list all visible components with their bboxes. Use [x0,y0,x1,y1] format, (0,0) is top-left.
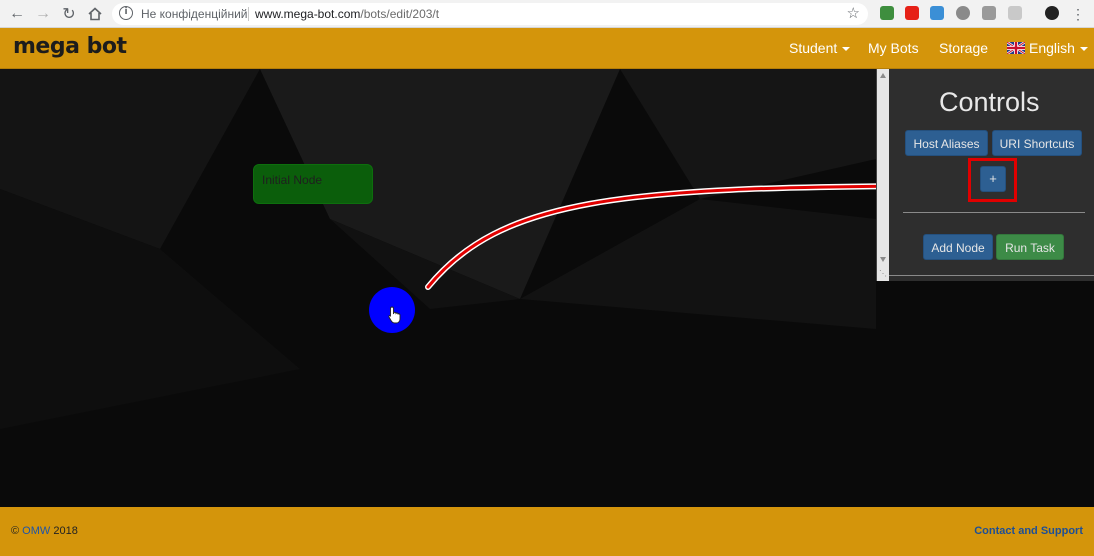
footer-copyright: © OMW 2018 [11,525,78,537]
address-separator [248,7,249,21]
extension-blue-icon[interactable] [930,6,944,20]
nav-language-dropdown[interactable]: English [1007,40,1088,56]
controls-title: Controls [939,87,1040,117]
host-aliases-button[interactable]: Host Aliases [905,130,988,156]
nav-language-label: English [1029,40,1075,56]
info-icon[interactable]: i [119,6,133,20]
footer-company-link[interactable]: OMW [22,525,50,537]
run-task-button[interactable]: Run Task [996,234,1064,260]
reload-icon[interactable]: ↻ [58,3,80,25]
scroll-down-icon[interactable] [880,257,886,262]
star-icon[interactable]: ☆ [847,4,860,22]
uri-shortcuts-button[interactable]: URI Shortcuts [992,130,1082,156]
site-footer: © OMW 2018 Contact and Support [0,507,1094,556]
uk-flag-icon [1007,42,1025,54]
nav-student-dropdown[interactable]: Student [789,40,851,56]
youtube-icon[interactable] [905,6,919,20]
plus-button-highlight [968,158,1017,202]
footer-year: 2018 [53,525,78,537]
panel-bottom-line [889,275,1094,276]
site-logo[interactable]: mega bot [13,34,127,59]
copyright-symbol: © [11,525,20,537]
hand-cursor-icon [388,306,401,324]
panel-scrollbar[interactable]: ⋱ [877,69,889,281]
browser-toolbar: ← → ↻ i Не конфіденційний www.mega-bot.c… [0,0,1094,28]
nav-my-bots[interactable]: My Bots [868,40,919,56]
address-bar[interactable]: i Не конфіденційний www.mega-bot.com/bot… [112,3,868,25]
contact-support-link[interactable]: Contact and Support [974,525,1083,537]
site-navbar: mega bot Student My Bots Storage English [0,28,1094,69]
security-label: Не конфіденційний [141,7,248,21]
extension-pen-icon[interactable] [982,6,996,20]
url-path: /bots/edit/203/t [360,7,440,21]
extension-green-icon[interactable] [880,6,894,20]
menu-dots-icon[interactable]: ⋮ [1067,3,1089,25]
scroll-up-icon[interactable] [880,73,886,78]
caret-down-icon [1079,47,1088,52]
controls-divider [903,212,1085,213]
resize-grip-icon[interactable]: ⋱ [879,269,887,278]
caret-down-icon [842,47,851,52]
controls-panel: ⋱ Controls Host Aliases URI Shortcuts + … [876,69,1094,281]
url-host: www.mega-bot.com [255,7,361,21]
url-text[interactable]: www.mega-bot.com/bots/edit/203/t [255,7,439,21]
add-node-button[interactable]: Add Node [923,234,993,260]
home-icon[interactable] [84,3,106,25]
back-icon[interactable]: ← [6,3,28,25]
nav-storage[interactable]: Storage [939,40,988,56]
extension-grey-icon[interactable] [1008,6,1022,20]
nav-student-label: Student [789,40,838,56]
forward-icon[interactable]: → [32,3,54,25]
cursor-highlight [369,287,415,333]
profile-avatar-icon[interactable] [1045,6,1059,20]
adblock-icon[interactable] [956,6,970,20]
bot-editor-canvas[interactable]: Initial Node ⋱ Controls Host Aliases URI… [0,69,1094,507]
